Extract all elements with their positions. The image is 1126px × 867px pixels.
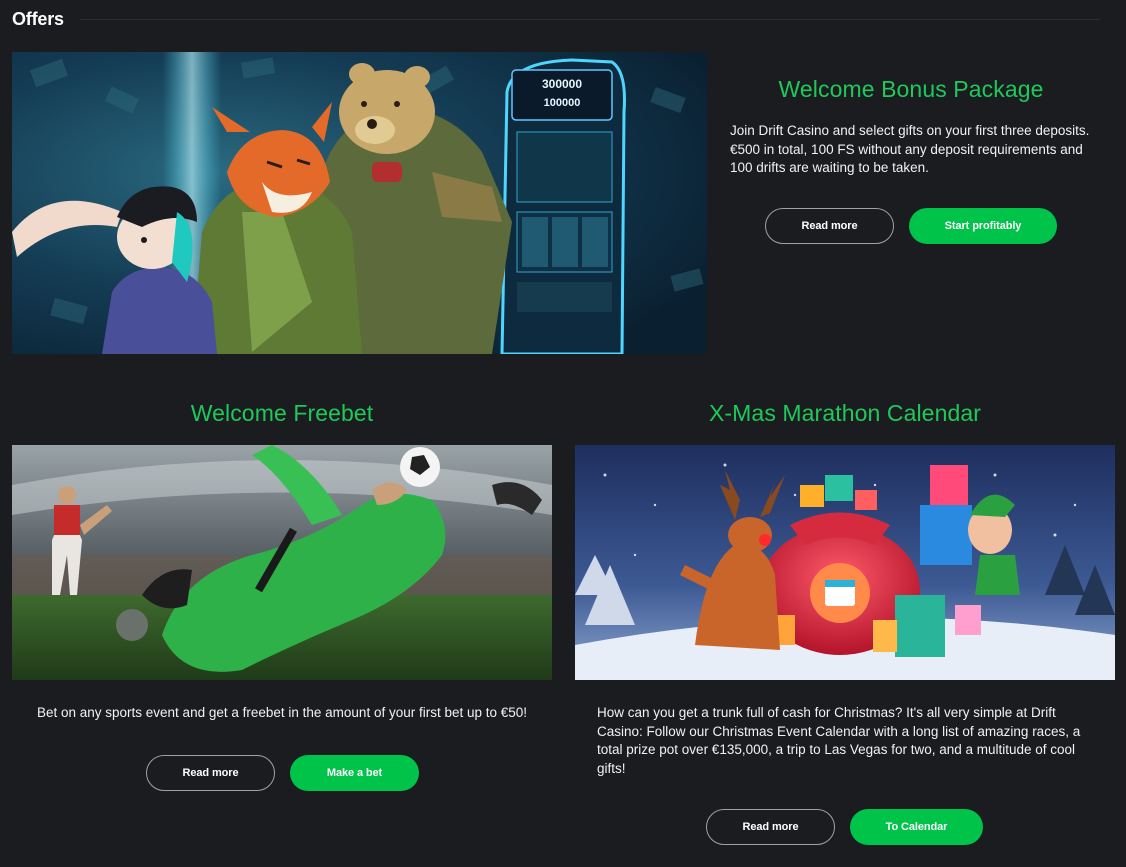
welcome-freebet-read-more-button[interactable]: Read more: [146, 755, 275, 791]
welcome-freebet-image[interactable]: [12, 445, 552, 680]
offers-header: Offers: [12, 8, 1100, 30]
welcome-freebet-title: Welcome Freebet: [190, 400, 374, 426]
xmas-calendar-title: X-Mas Marathon Calendar: [708, 400, 982, 426]
make-a-bet-button[interactable]: Make a bet: [290, 755, 419, 791]
xmas-calendar-read-more-button[interactable]: Read more: [706, 809, 835, 845]
welcome-bonus-title: Welcome Bonus Package: [778, 76, 1044, 102]
welcome-bonus-read-more-button[interactable]: Read more: [765, 208, 894, 244]
christmas-gifts-image: [575, 445, 1115, 680]
football-goalkeeper-image: [12, 445, 552, 680]
slot-jackpot-1: 300000: [542, 77, 582, 91]
slot-jackpot-2: 100000: [544, 97, 581, 109]
welcome-freebet-description: Bet on any sports event and get a freebe…: [36, 705, 528, 720]
to-calendar-button[interactable]: To Calendar: [850, 809, 983, 845]
offers-page: Offers 300000 100000 Welcome Bonus Packa…: [0, 0, 1126, 867]
casino-mascots-image: 300000 100000: [12, 52, 707, 354]
xmas-calendar-description: How can you get a trunk full of cash for…: [597, 705, 1081, 776]
header-divider: [79, 18, 1100, 20]
welcome-bonus-description: Join Drift Casino and select gifts on yo…: [730, 123, 1090, 175]
start-profitably-button[interactable]: Start profitably: [909, 208, 1057, 244]
xmas-calendar-image[interactable]: [575, 445, 1115, 680]
page-title: Offers: [12, 8, 64, 29]
welcome-bonus-image[interactable]: 300000 100000: [12, 52, 707, 354]
